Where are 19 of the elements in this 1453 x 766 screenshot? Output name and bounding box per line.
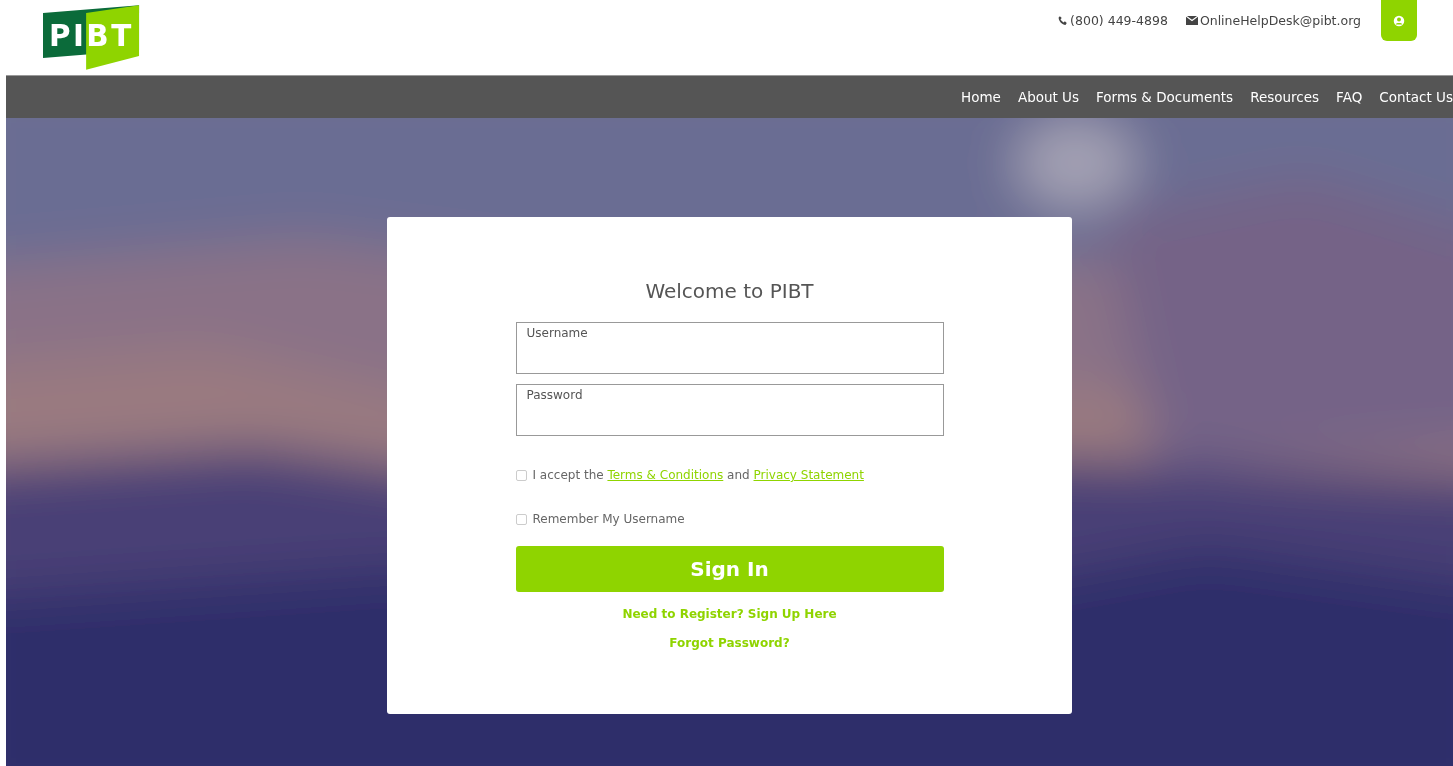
phone-link[interactable]: (800) 449-4898: [1058, 13, 1168, 28]
email-link[interactable]: OnlineHelpDesk@pibt.org: [1185, 13, 1361, 28]
text-field[interactable]: Username: [515, 322, 944, 374]
nav-link[interactable]: Contact Us: [1379, 89, 1453, 105]
phone-icon: [1058, 15, 1069, 26]
checkbox-label: Remember My Username: [532, 512, 685, 526]
account-button[interactable]: [1381, 0, 1417, 41]
login-title: Welcome to PIBT: [645, 279, 814, 303]
envelope-icon: [1185, 16, 1198, 25]
nav-link[interactable]: FAQ: [1336, 89, 1363, 105]
text-field[interactable]: Password: [515, 384, 944, 436]
nav-link[interactable]: Home: [961, 89, 1001, 105]
user-icon: [1393, 14, 1405, 27]
terms-text: I accept the Terms & Conditions and Privacy Statement: [532, 468, 864, 482]
nav-link[interactable]: Forms & Documents: [1096, 89, 1234, 105]
nav-link[interactable]: About Us: [1017, 89, 1080, 105]
checkbox[interactable]: [515, 513, 527, 525]
nav-link[interactable]: Resources: [1250, 89, 1320, 105]
checkbox[interactable]: [515, 469, 527, 481]
